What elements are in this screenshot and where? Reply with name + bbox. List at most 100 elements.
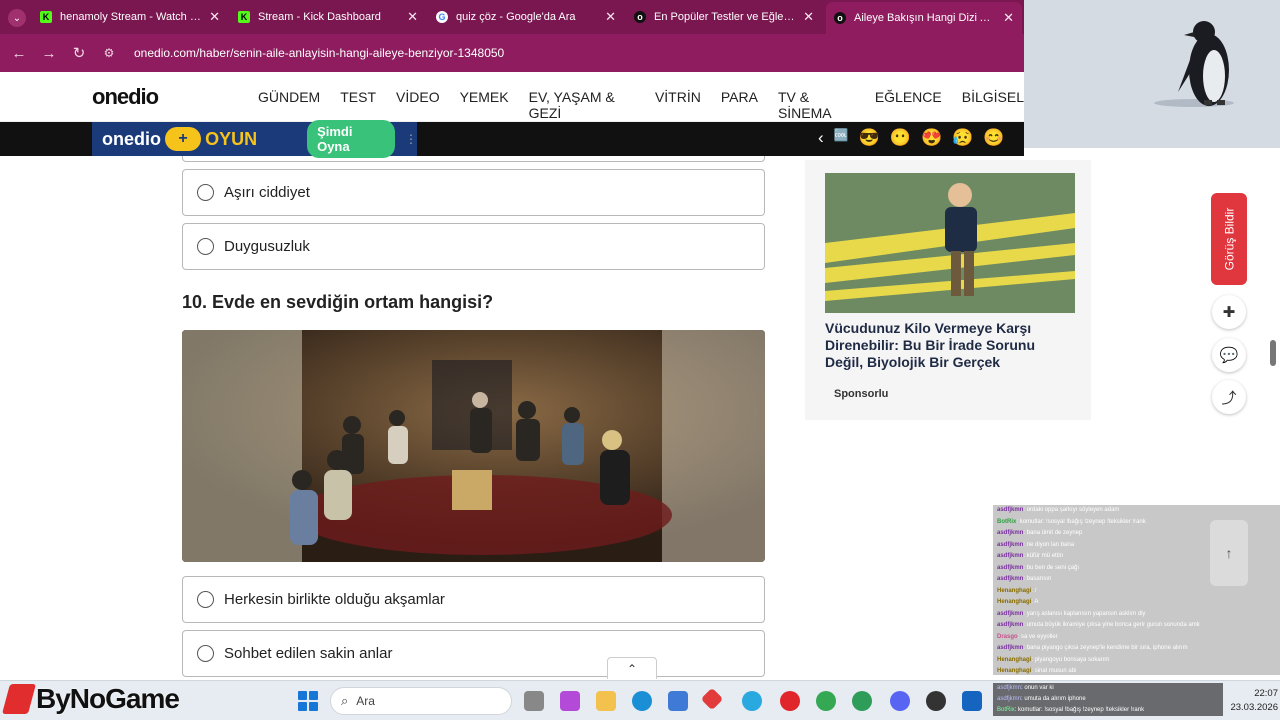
quiz-option[interactable]: Herkesin birlikte olduğu akşamlar: [182, 576, 765, 623]
gamepad-icon: +: [165, 127, 202, 151]
option-label: Herkesin birlikte olduğu akşamlar: [224, 591, 445, 608]
ad-title[interactable]: Vücudunuz Kilo Vermeye Karşı Direnebilir…: [825, 320, 1075, 371]
search-icon: ⌕: [341, 693, 349, 708]
browser-tab-bar: ⌄ K henamoly Stream - Watch Live ✕ K Str…: [0, 0, 1024, 34]
file-explorer-icon[interactable]: [596, 691, 616, 711]
site-header: onedio GÜNDEM TEST VİDEO YEMEK EV, YAŞAM…: [0, 72, 1024, 122]
system-clock[interactable]: 22:07 23.03.2026: [1230, 687, 1278, 715]
app-screen-icon[interactable]: [962, 691, 982, 711]
tab-search-icon[interactable]: ⌄: [8, 9, 26, 27]
onedio-logo[interactable]: onedio: [92, 84, 159, 110]
nav-bilgisel[interactable]: BİLGİSEL: [962, 89, 1024, 121]
radio-icon[interactable]: [197, 238, 214, 255]
feedback-button[interactable]: Görüş Bildir: [1211, 193, 1247, 285]
tab-onedio-tests[interactable]: o En Popüler Testler ve Eğlenceli ✕: [626, 4, 822, 30]
close-icon[interactable]: ✕: [605, 9, 616, 25]
opera-icon[interactable]: [780, 691, 800, 711]
tab-title: henamoly Stream - Watch Live: [60, 11, 204, 23]
play-now-button[interactable]: Şimdi Oyna: [307, 120, 395, 158]
chrome-profile-icon[interactable]: [852, 691, 872, 711]
emoji-heart-eyes[interactable]: 😍: [921, 128, 942, 148]
chat-latest-messages: asdfjkmn: onun var ki asdfjkmn: umuta da…: [993, 683, 1223, 716]
address-bar-row: ← → ↻ ⚙ onedio.com/haber/senin-aile-anla…: [0, 34, 1024, 72]
tab-google-search[interactable]: G quiz çöz - Google'da Ara ✕: [428, 4, 624, 30]
nav-para[interactable]: PARA: [721, 89, 758, 121]
game-logo: onedio: [102, 128, 161, 149]
nav-tv-sinema[interactable]: TV & SİNEMA: [778, 89, 855, 121]
ad-image[interactable]: [825, 173, 1075, 313]
obs-icon[interactable]: [926, 691, 946, 711]
task-view-icon[interactable]: [524, 691, 544, 711]
game-strip: onedio + OYUN Şimdi Oyna ⋮ ‹ 🆒 😎 😶 😍 😥 😊: [0, 120, 1024, 158]
tab-title: quiz çöz - Google'da Ara: [456, 11, 576, 23]
google-icon: G: [436, 11, 448, 23]
copilot-icon[interactable]: [560, 691, 580, 711]
forward-arrow-icon[interactable]: →: [34, 45, 64, 62]
nav-gundem[interactable]: GÜNDEM: [258, 89, 320, 121]
quiz-option[interactable]: Sohbet edilen sakin anlar: [182, 630, 765, 677]
comments-icon[interactable]: 💬: [1212, 338, 1246, 372]
chrome-icon[interactable]: [816, 691, 836, 711]
quiz-option[interactable]: Aşırı ciddiyet: [182, 169, 765, 216]
close-icon[interactable]: ✕: [209, 9, 220, 25]
url-field[interactable]: onedio.com/haber/senin-aile-anlayisin-ha…: [134, 46, 504, 60]
emoji-smile[interactable]: 😊: [983, 128, 1004, 148]
chevron-left-icon[interactable]: ‹: [818, 128, 824, 148]
share-icon[interactable]: ⤴: [1212, 380, 1246, 414]
emoji-sunglasses[interactable]: 😎: [859, 128, 880, 148]
discord-icon[interactable]: [890, 691, 910, 711]
chat-message: asdfjkmn: ordaki oppa şarkıyı söyleyen a…: [997, 507, 1120, 513]
close-icon[interactable]: ✕: [1003, 10, 1014, 26]
nav-ev-yasam-gezi[interactable]: EV, YAŞAM & GEZİ: [529, 89, 635, 121]
more-icon[interactable]: ⋮: [405, 133, 417, 145]
chat-message: asdfjkmn: umuta büyük ikramiye çıksa yin…: [997, 622, 1200, 628]
windows-start-icon[interactable]: [298, 691, 318, 711]
main-nav: GÜNDEM TEST VİDEO YEMEK EV, YAŞAM & GEZİ…: [258, 89, 1024, 121]
radio-icon[interactable]: [197, 645, 214, 662]
close-icon[interactable]: ✕: [803, 9, 814, 25]
tab-kick-dashboard[interactable]: K Stream - Kick Dashboard ✕: [230, 4, 426, 30]
tab-onedio-quiz-active[interactable]: o Aileye Bakışın Hangi Dizi Ailesin ✕: [826, 2, 1022, 34]
bookmark-add-icon[interactable]: ✚: [1212, 295, 1246, 329]
nav-video[interactable]: VİDEO: [396, 89, 440, 121]
close-icon[interactable]: ✕: [407, 9, 418, 25]
app-blue-icon[interactable]: [742, 691, 762, 711]
chat-message: Drasgo: sa ve eyyoller: [997, 633, 1058, 640]
radio-icon[interactable]: [197, 591, 214, 608]
scroll-to-top-button[interactable]: ↑: [1210, 520, 1248, 586]
emoji-reaction-row: ‹ 🆒 😎 😶 😍 😥 😊: [818, 128, 1004, 148]
tab-title: Stream - Kick Dashboard: [258, 11, 381, 23]
option-card-edge: [182, 156, 765, 162]
question-image: [182, 330, 765, 562]
game-banner[interactable]: onedio + OYUN Şimdi Oyna ⋮: [92, 120, 417, 158]
reload-icon[interactable]: ↻: [64, 44, 94, 62]
nav-vitrin[interactable]: VİTRİN: [655, 89, 701, 121]
bynogame-logo-icon: [1, 684, 37, 714]
taskbar-search[interactable]: ⌕ Ara: [330, 687, 512, 715]
quiz-option[interactable]: Duygusuzluk: [182, 223, 765, 270]
webcam-overlay: [1024, 0, 1280, 148]
edge-icon[interactable]: [632, 691, 652, 711]
tab-henamoly-stream[interactable]: K henamoly Stream - Watch Live ✕: [32, 4, 228, 30]
site-info-icon[interactable]: ⚙: [94, 46, 124, 60]
radio-icon[interactable]: [197, 184, 214, 201]
chat-message: Henanghagi: sinal musun abi: [997, 668, 1077, 674]
chevron-up-icon[interactable]: ⌃: [607, 657, 657, 679]
nav-yemek[interactable]: YEMEK: [460, 89, 509, 121]
tab-title: Aileye Bakışın Hangi Dizi Ailesin: [854, 12, 998, 24]
scrollbar-thumb[interactable]: [1270, 340, 1276, 366]
kick-icon: K: [238, 11, 250, 23]
emoji-neutral[interactable]: 😶: [890, 128, 911, 148]
emoji-sad[interactable]: 😥: [952, 128, 973, 148]
store-icon[interactable]: [668, 691, 688, 711]
emoji-cool[interactable]: 🆒: [834, 128, 849, 148]
back-arrow-icon[interactable]: ←: [4, 45, 34, 62]
search-placeholder: Ara: [356, 694, 375, 708]
chat-message: Henanghagi: /: [997, 587, 1037, 594]
nav-test[interactable]: TEST: [340, 89, 376, 121]
nav-eglence[interactable]: EĞLENCE: [875, 89, 942, 121]
clock-date: 23.03.2026: [1230, 702, 1278, 713]
app-red-icon[interactable]: [700, 687, 724, 711]
chat-message: asdfjkmn: yarış aslanısı kaplanısın yapa…: [997, 610, 1146, 617]
chat-message: Henanghagi: piyangoyu bonsaya sokarım: [997, 656, 1110, 663]
